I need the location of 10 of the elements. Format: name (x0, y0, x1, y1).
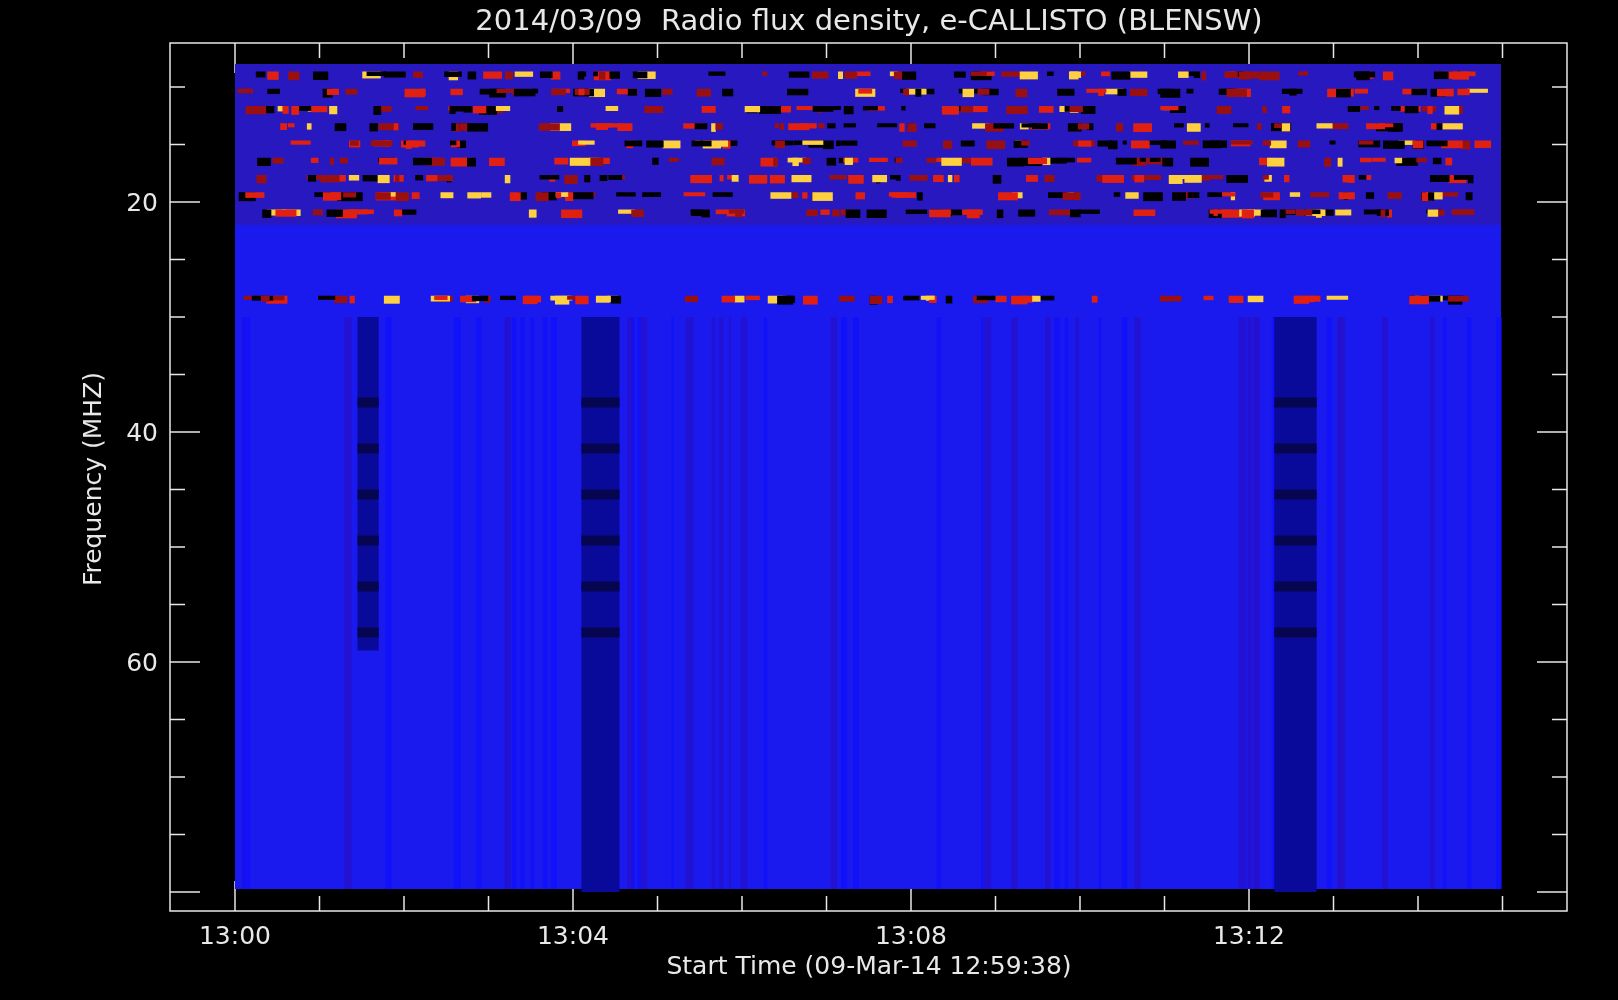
x-axis-label: Start Time (09-Mar-14 12:59:38) (666, 951, 1072, 980)
y-tick-label: 20 (126, 188, 158, 217)
y-axis-label: Frequency (MHZ) (78, 371, 107, 587)
x-tick-label: 13:08 (875, 921, 947, 950)
x-tick-label: 13:12 (1213, 921, 1285, 950)
y-tick-label: 40 (126, 418, 158, 447)
x-tick-label: 13:00 (199, 921, 271, 950)
chart-title: 2014/03/09 Radio flux density, e-CALLISTO (BLENSW) (475, 3, 1263, 37)
x-tick-label: 13:04 (537, 921, 609, 950)
y-tick-label: 60 (126, 648, 158, 677)
